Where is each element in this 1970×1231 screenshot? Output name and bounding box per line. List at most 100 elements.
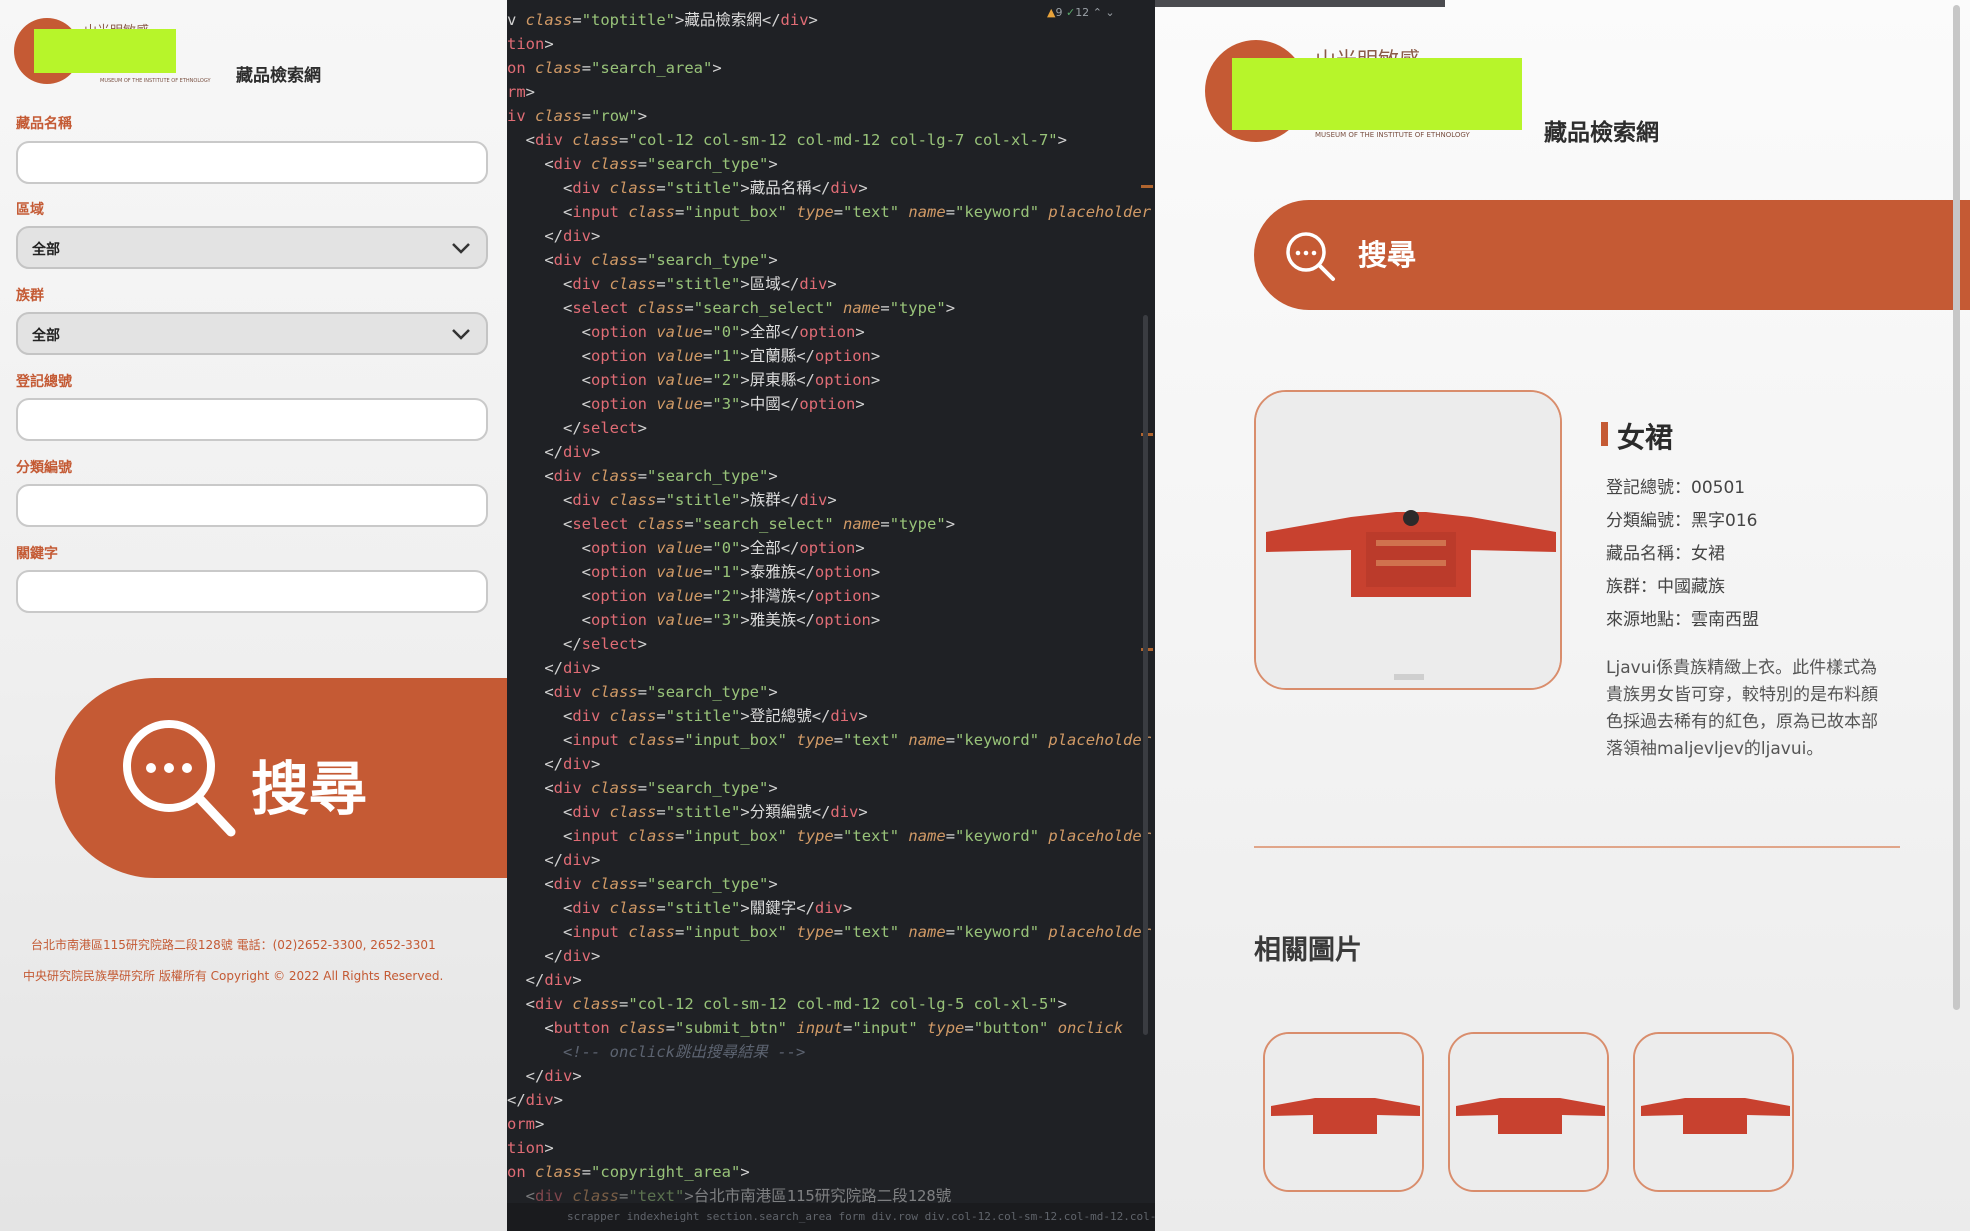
field-label-class-no: 分類編號: [16, 460, 72, 476]
collection-name-input[interactable]: [16, 141, 488, 184]
chevron-down-icon[interactable]: ⌄: [1105, 6, 1114, 19]
code-line: <div class="stitle">區域</div>: [507, 275, 837, 293]
related-thumbnail[interactable]: [1263, 1032, 1424, 1192]
code-line: </div>: [507, 443, 601, 461]
title-accent-bar: [1601, 422, 1608, 446]
classification-number-input[interactable]: [16, 484, 488, 527]
code-line: <div class="stitle">關鍵字</div>: [507, 899, 853, 917]
code-line: <option value="1">泰雅族</option>: [507, 563, 881, 581]
search-button[interactable]: 搜尋: [1254, 200, 1970, 310]
garment-thumbnail-image: [1450, 1034, 1607, 1190]
editor-scrollbar[interactable]: [1143, 315, 1148, 1035]
code-line: <div class="stitle">登記總號</div>: [507, 707, 868, 725]
code-line: <option value="1">宜蘭縣</option>: [507, 347, 881, 365]
code-line: rm>: [507, 83, 536, 101]
code-line: </select>: [507, 419, 647, 437]
registration-number-input[interactable]: [16, 398, 488, 441]
region-select[interactable]: 全部: [16, 226, 488, 269]
field-label-keyword: 關鍵字: [16, 546, 58, 562]
field-label-name: 藏品名稱: [16, 116, 72, 132]
left-preview-panel: 山光明敏感 MUSEUM OF THE INSTITUTE OF ETHNOLO…: [0, 0, 507, 1231]
code-line: <div class="search_type">: [507, 779, 778, 797]
code-line: iv class="row">: [507, 107, 648, 125]
redaction-box: [34, 29, 176, 73]
meta-ethnic-group: 族群：中國藏族: [1606, 577, 1725, 597]
code-line: <option value="3">雅美族</option>: [507, 611, 881, 629]
code-line: <div class="stitle">分類編號</div>: [507, 803, 868, 821]
field-label-region: 區域: [16, 202, 44, 218]
redaction-box: [1232, 58, 1522, 130]
code-editor[interactable]: v class="toptitle">藏品檢索網</div> tion> on …: [507, 0, 1155, 1231]
code-line: <div class="search_type">: [507, 467, 778, 485]
related-thumbnail[interactable]: [1448, 1032, 1609, 1192]
meta-registration-number: 登記總號：00501: [1606, 478, 1746, 498]
garment-image: [1256, 392, 1560, 688]
search-icon: [1286, 232, 1335, 281]
code-line: </div>: [507, 659, 601, 677]
code-line: <div class="col-12 col-sm-12 col-md-12 c…: [507, 131, 1067, 149]
code-line: <!-- onclick跳出搜尋結果 -->: [563, 1043, 806, 1061]
item-title: 女裙: [1617, 421, 1674, 454]
code-line: <button class="submit_btn" input="input"…: [507, 1019, 1124, 1037]
code-line: </div>: [507, 1067, 582, 1085]
code-line: tion>: [507, 35, 554, 53]
code-line: </div>: [507, 947, 601, 965]
ethnic-select-value: 全部: [32, 328, 60, 344]
footer-address: 台北市南港區115研究院路二段128號 電話：(02)2652-3300, 26…: [31, 938, 436, 952]
code-line: <option value="2">屏東縣</option>: [507, 371, 881, 389]
section-divider: [1254, 846, 1900, 848]
code-line: tion>: [507, 1139, 554, 1157]
window-top-bar: [1155, 0, 1445, 7]
code-line: on class="copyright_area">: [507, 1163, 750, 1181]
page-scrollbar[interactable]: [1953, 5, 1960, 1010]
code-line: <div class="col-12 col-sm-12 col-md-12 c…: [507, 995, 1067, 1013]
meta-source-location: 來源地點：雲南西盟: [1606, 610, 1759, 630]
code-line: v class="toptitle">藏品檢索網</div>: [507, 11, 818, 29]
related-thumbnail[interactable]: [1633, 1032, 1794, 1192]
code-line: <select class="search_select" name="type…: [507, 515, 956, 533]
ok-count: 12: [1075, 6, 1090, 19]
code-line: <div class="search_type">: [507, 155, 778, 173]
breadcrumb-status-bar: scrapper indexheight section.search_area…: [507, 1203, 1155, 1231]
chevron-down-icon: [452, 329, 470, 340]
garment-thumbnail-image: [1265, 1034, 1422, 1190]
keyword-input[interactable]: [16, 570, 488, 613]
item-photo[interactable]: [1254, 390, 1562, 690]
search-button-label: 搜尋: [251, 755, 368, 823]
site-title: 藏品檢索網: [1544, 120, 1659, 146]
site-title: 藏品檢索網: [236, 66, 321, 86]
museum-logo: 山光明敏感 MUSEUM OF THE INSTITUTE OF ETHNOLO…: [14, 18, 249, 84]
logo-subtitle: MUSEUM OF THE INSTITUTE OF ETHNOLOGY: [100, 78, 211, 84]
footer-copyright: 中央研究院民族學研究所 版權所有 Copyright © 2022 All Ri…: [23, 969, 444, 983]
problems-indicator[interactable]: ▲9 ✓12 ⌃ ⌄: [1047, 6, 1115, 19]
meta-classification-number: 分類編號：黑字016: [1606, 511, 1758, 531]
field-label-ethnic: 族群: [16, 288, 44, 304]
check-icon: ✓: [1065, 6, 1076, 19]
logo-subtitle: MUSEUM OF THE INSTITUTE OF ETHNOLOGY: [1315, 131, 1470, 139]
minimap-mark: [1141, 185, 1153, 188]
code-line: </select>: [507, 635, 647, 653]
code-line: on class="search_area">: [507, 59, 722, 77]
right-preview-panel: 山光明敏感 MUSEUM OF THE INSTITUTE OF ETHNOLO…: [1155, 0, 1970, 1231]
search-button-label: 搜尋: [1358, 238, 1417, 272]
chevron-up-icon[interactable]: ⌃: [1093, 6, 1102, 19]
warning-count: 9: [1055, 6, 1063, 19]
search-icon: [123, 720, 236, 837]
code-line: <div class="stitle">藏品名稱</div>: [507, 179, 868, 197]
ethnic-group-select[interactable]: 全部: [16, 312, 488, 355]
region-select-value: 全部: [32, 242, 60, 258]
code-line: </div>: [507, 227, 601, 245]
code-line: <div class="search_type">: [507, 251, 778, 269]
related-images-heading: 相關圖片: [1254, 935, 1362, 966]
code-line: orm>: [507, 1115, 545, 1133]
code-line: <option value="3">中國</option>: [507, 395, 865, 413]
search-button[interactable]: 搜尋: [55, 678, 507, 878]
code-line: </div>: [507, 851, 601, 869]
meta-collection-name: 藏品名稱：女裙: [1606, 544, 1725, 564]
code-line: </div>: [507, 971, 582, 989]
field-label-reg-no: 登記總號: [16, 374, 72, 390]
code-line: <div class="stitle">族群</div>: [507, 491, 837, 509]
code-line: <option value="0">全部</option>: [507, 539, 865, 557]
code-line: <option value="2">排灣族</option>: [507, 587, 881, 605]
code-line: <input class="input_box" type="text" nam…: [507, 203, 1152, 221]
